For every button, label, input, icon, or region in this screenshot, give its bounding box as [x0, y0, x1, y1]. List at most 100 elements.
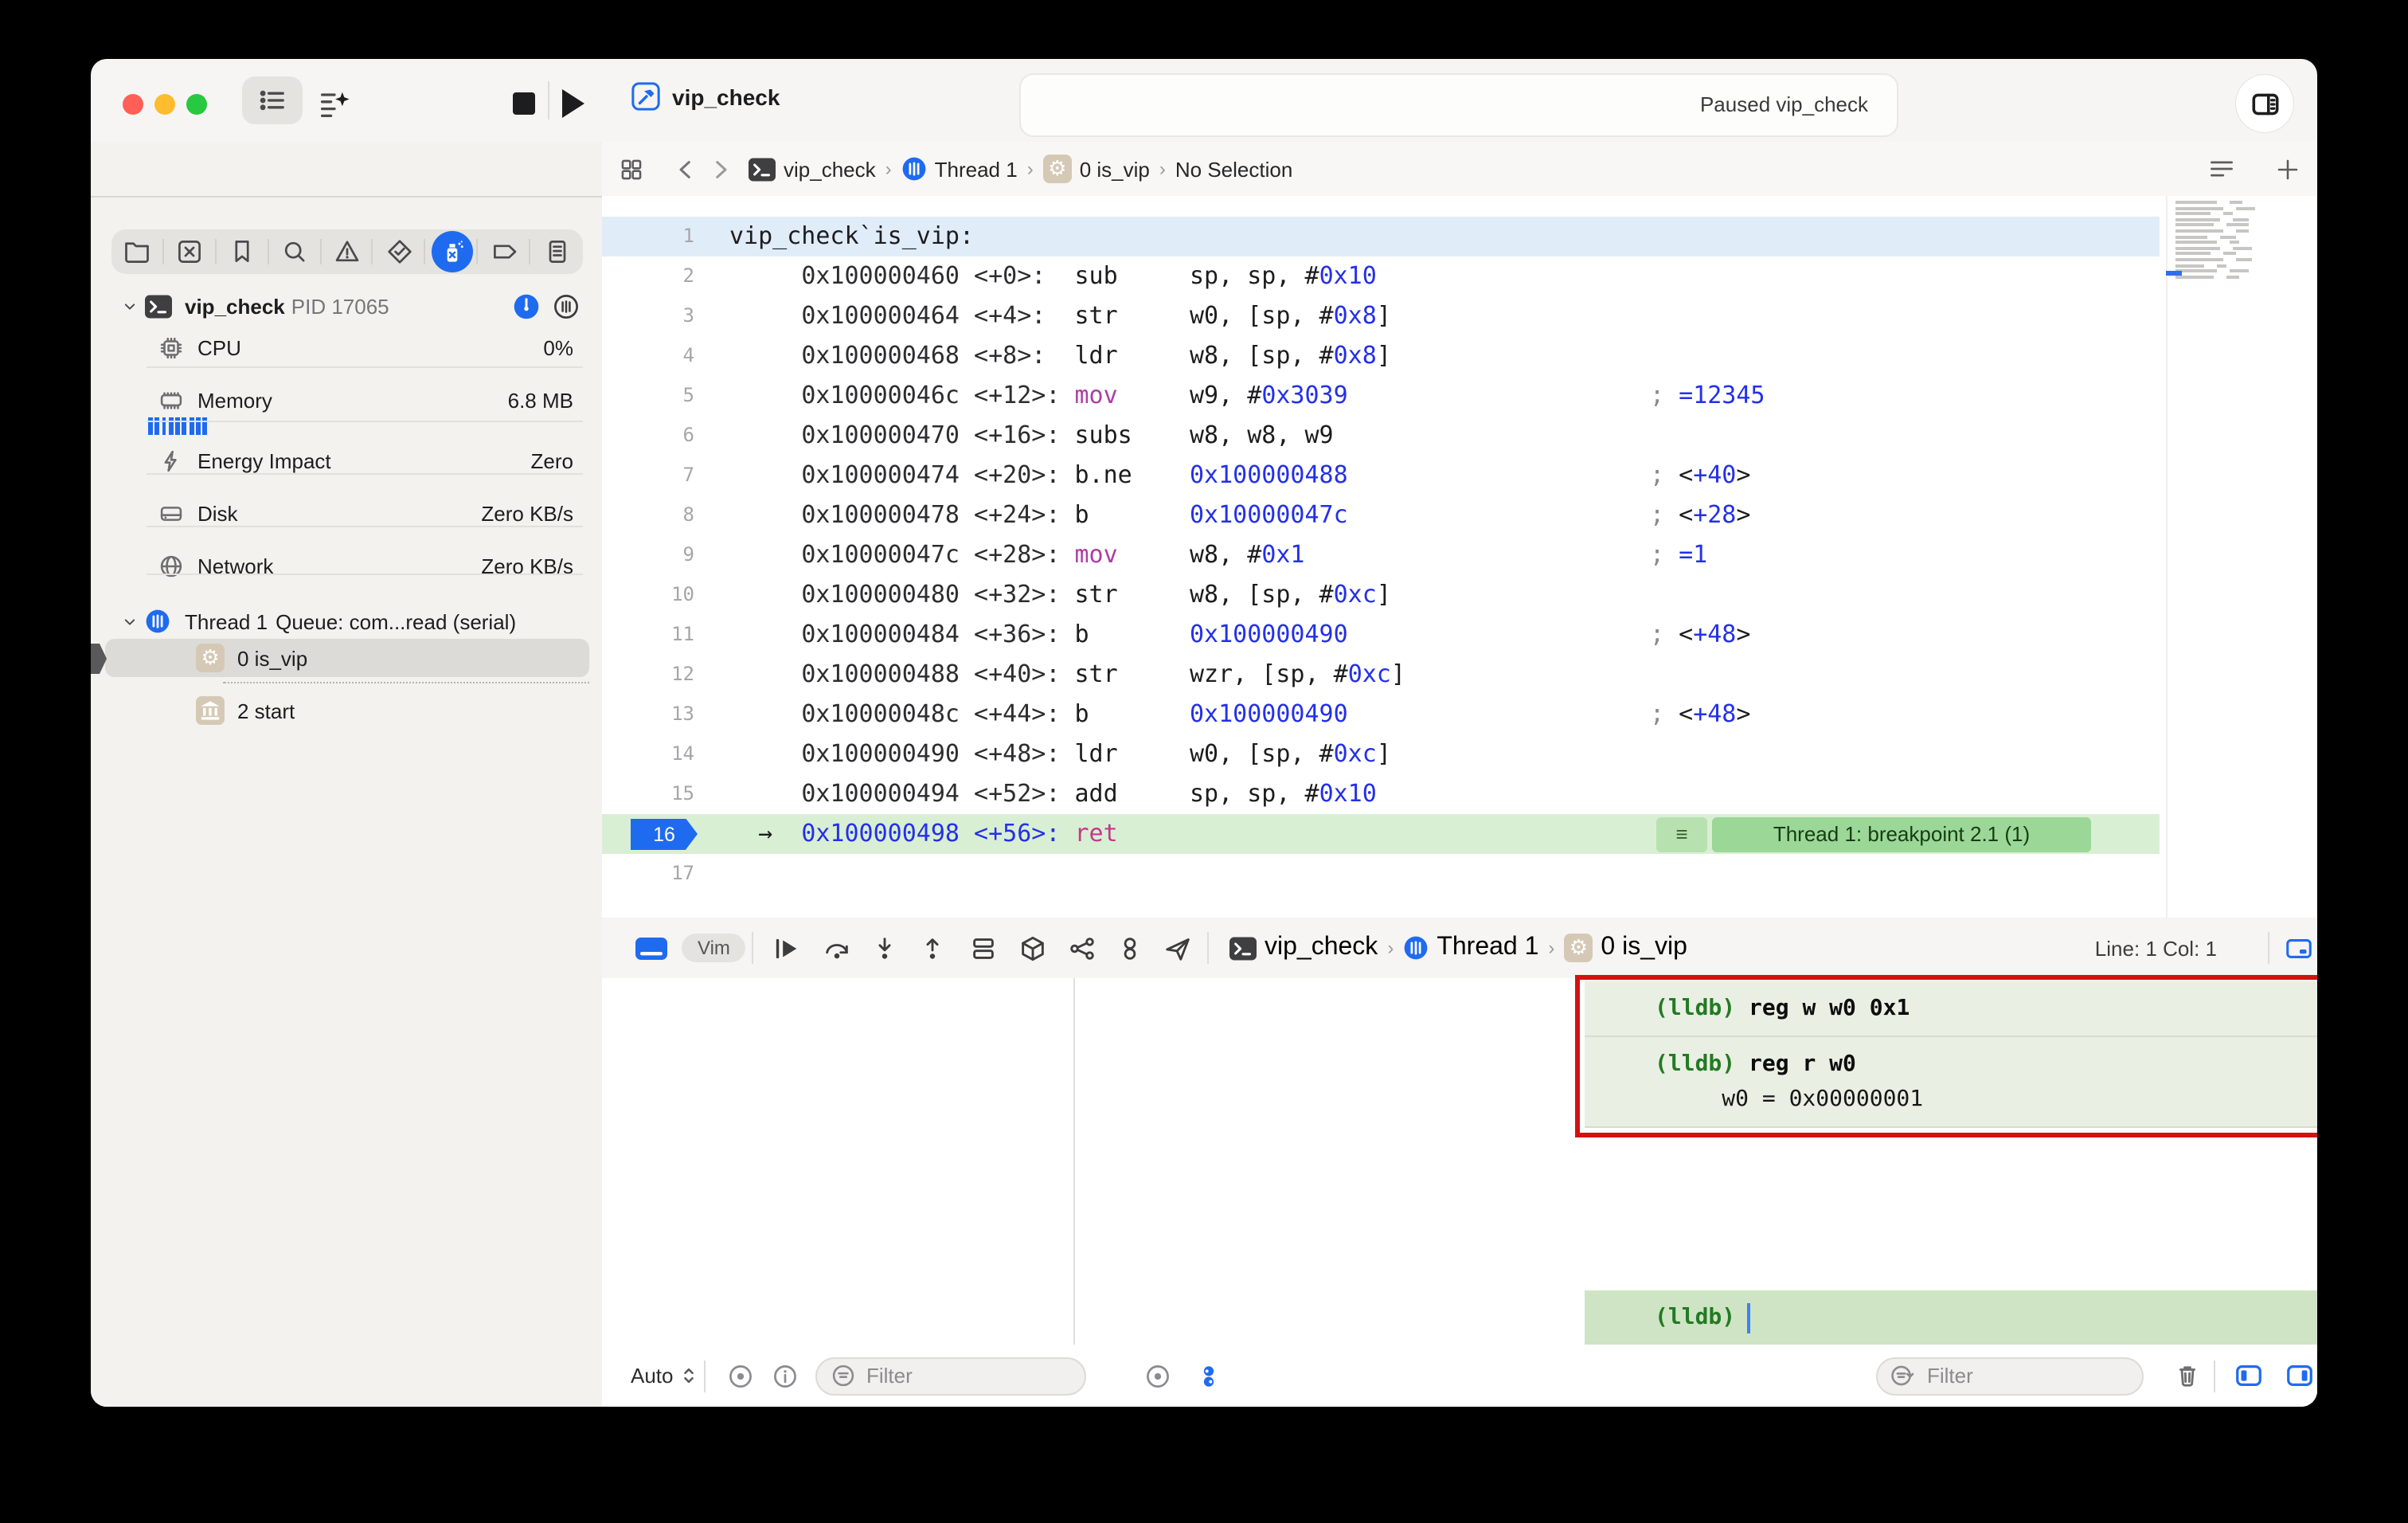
related-items-button[interactable] [618, 142, 645, 196]
zoom-window-button[interactable] [186, 93, 206, 114]
back-button[interactable] [672, 142, 699, 196]
minimap[interactable] [2166, 201, 2317, 296]
code-line-13[interactable]: 13 0x10000048c <+44>: b 0x100000490 ; <+… [602, 695, 2160, 734]
code-line-10[interactable]: 10 0x100000480 <+32>: str w8, [sp, #0xc] [602, 575, 2160, 615]
variables-scope-select[interactable]: Auto [631, 1345, 699, 1407]
pause-circle-icon[interactable] [553, 292, 580, 319]
navigator-tab-bookmark[interactable] [217, 229, 269, 274]
project-title[interactable]: vip_check [631, 81, 780, 112]
breadcrumb-item-thread-1[interactable]: Thread 1 [1403, 934, 1538, 962]
code-line-1[interactable]: 1vip_check`is_vip: [602, 217, 2160, 256]
line-number[interactable]: 13 [602, 695, 694, 734]
line-number[interactable]: 9 [602, 535, 694, 575]
show-values-eye-button[interactable] [726, 1345, 755, 1407]
line-number[interactable]: 17 [602, 854, 694, 894]
breakpoint-actions-icon[interactable]: ≡ [1656, 816, 1707, 852]
stop-button[interactable] [513, 92, 535, 115]
show-variables-panel-button[interactable] [2233, 1345, 2265, 1407]
line-number[interactable]: 8 [602, 495, 694, 535]
editor-assistant-button[interactable] [315, 84, 354, 123]
line-number[interactable]: 7 [602, 456, 694, 495]
console-row-1[interactable]: (lldb) reg w w0 0x1 [1585, 981, 2317, 1037]
navigator-tab-diamond-check[interactable] [373, 229, 426, 274]
breakpoint-hit-badge[interactable]: Thread 1: breakpoint 2.1 (1) [1712, 816, 2091, 852]
console-eye-button[interactable] [1143, 1345, 1172, 1407]
line-number[interactable]: 2 [602, 256, 694, 296]
add-editor-button[interactable] [2274, 142, 2301, 196]
code-line-4[interactable]: 4 0x100000468 <+8>: ldr w8, [sp, #0x8] [602, 336, 2160, 376]
stat-row-cpu[interactable]: CPU0% [91, 328, 602, 366]
console-mode-button[interactable] [2284, 918, 2314, 978]
toggle-inspector-button[interactable] [2236, 75, 2293, 132]
code-line-5[interactable]: 5 0x10000046c <+12>: mov w9, #0x3039 ; =… [602, 376, 2160, 416]
stat-row-memory[interactable]: Memory6.8 MB [91, 381, 602, 419]
thread-row[interactable]: Thread 1 Queue: com...read (serial) [91, 602, 602, 640]
code-line-9[interactable]: 9 0x10000047c <+28>: mov w8, #0x1 ; =1 [602, 535, 2160, 575]
code-line-6[interactable]: 6 0x100000470 <+16>: subs w8, w8, w9 [602, 416, 2160, 456]
console-scope-button[interactable] [1194, 1345, 1223, 1407]
toggle-navigator-button[interactable] [242, 76, 303, 124]
navigator-tab-report[interactable] [530, 229, 583, 274]
code-line-17[interactable]: 17 [602, 854, 2160, 894]
code-line-7[interactable]: 7 0x100000474 <+20>: b.ne 0x100000488 ; … [602, 456, 2160, 495]
breadcrumb-item-vip_check[interactable]: vip_check [1229, 934, 1378, 962]
debug-breadcrumb[interactable]: vip_check›Thread 1›⚙0 is_vip [1229, 934, 1687, 962]
line-number[interactable]: 10 [602, 575, 694, 615]
show-console-panel-button[interactable] [2284, 1345, 2316, 1407]
navigator-tab-spray-debug[interactable] [426, 229, 479, 274]
navigator-tab-folder[interactable] [111, 229, 164, 274]
memory-graph-button[interactable] [1067, 918, 1097, 978]
code-line-16[interactable]: 16 → 0x100000498 <+56>: ret≡Thread 1: br… [602, 814, 2160, 854]
line-number[interactable]: 5 [602, 376, 694, 416]
step-out-button[interactable] [917, 918, 948, 978]
lldb-console-output[interactable]: (lldb) reg w w0 0x1(lldb) reg r w0 w0 = … [1585, 981, 2317, 1128]
breadcrumb-item-0-is_vip[interactable]: ⚙0 is_vip [1043, 155, 1150, 183]
step-into-button[interactable] [870, 918, 900, 978]
vim-mode-badge[interactable]: Vim [682, 918, 746, 978]
debug-area-divider[interactable] [1073, 978, 1075, 1407]
breadcrumb-item-no-selection[interactable]: No Selection [1175, 157, 1292, 181]
line-number[interactable]: 14 [602, 734, 694, 774]
console-filter-field[interactable]: Filter [1876, 1345, 2144, 1407]
debug-view-button[interactable] [968, 918, 999, 978]
console-row-2[interactable]: (lldb) reg r w0 w0 = 0x00000001 [1585, 1037, 2317, 1128]
breadcrumb-item-thread-1[interactable]: Thread 1 [901, 156, 1018, 182]
code-line-8[interactable]: 8 0x100000478 <+24>: b 0x10000047c ; <+2… [602, 495, 2160, 535]
code-line-3[interactable]: 3 0x100000464 <+4>: str w0, [sp, #0x8] [602, 296, 2160, 336]
environment-overrides-button[interactable] [1115, 918, 1145, 978]
navigator-tab-grid-x[interactable] [164, 229, 217, 274]
variables-filter-field[interactable]: Filter [815, 1345, 1086, 1407]
process-row[interactable]: vip_check PID 17065 [91, 287, 602, 325]
lldb-prompt-row[interactable]: (lldb) [1585, 1290, 2317, 1345]
view-hierarchy-button[interactable] [1018, 918, 1048, 978]
run-button[interactable] [562, 89, 584, 118]
navigator-tab-tag[interactable] [478, 229, 530, 274]
line-number[interactable]: 15 [602, 774, 694, 814]
hide-debug-area-button[interactable] [634, 918, 669, 978]
chevron-down-icon[interactable] [119, 296, 142, 316]
continue-button[interactable] [771, 918, 801, 978]
line-number[interactable]: 1 [602, 217, 694, 256]
line-number[interactable]: 11 [602, 615, 694, 655]
chevron-down-icon[interactable] [119, 611, 142, 632]
step-over-button[interactable] [822, 918, 852, 978]
code-line-14[interactable]: 14 0x100000490 <+48>: ldr w0, [sp, #0xc] [602, 734, 2160, 774]
breadcrumb-item-vip_check[interactable]: vip_check [749, 157, 876, 181]
navigator-tab-search[interactable] [268, 229, 321, 274]
line-number[interactable]: 3 [602, 296, 694, 336]
disassembly-editor[interactable]: 1vip_check`is_vip:2 0x100000460 <+0>: su… [602, 196, 2317, 918]
line-number[interactable]: 4 [602, 336, 694, 376]
line-number[interactable]: 12 [602, 655, 694, 695]
close-window-button[interactable] [122, 93, 143, 114]
code-line-2[interactable]: 2 0x100000460 <+0>: sub sp, sp, #0x10 [602, 256, 2160, 296]
line-number[interactable]: 6 [602, 416, 694, 456]
stat-row-network[interactable]: NetworkZero KB/s [91, 546, 602, 585]
code-line-11[interactable]: 11 0x100000484 <+36>: b 0x100000490 ; <+… [602, 615, 2160, 655]
breadcrumb-item-0-is_vip[interactable]: ⚙0 is_vip [1564, 934, 1687, 962]
breakpoint-badge[interactable]: 16 [631, 818, 698, 850]
simulate-location-button[interactable] [1163, 918, 1193, 978]
forward-button[interactable] [707, 142, 734, 196]
code-line-12[interactable]: 12 0x100000488 <+40>: str wzr, [sp, #0xc… [602, 655, 2160, 695]
minimize-window-button[interactable] [154, 93, 174, 114]
code-line-15[interactable]: 15 0x100000494 <+52>: add sp, sp, #0x10 [602, 774, 2160, 814]
